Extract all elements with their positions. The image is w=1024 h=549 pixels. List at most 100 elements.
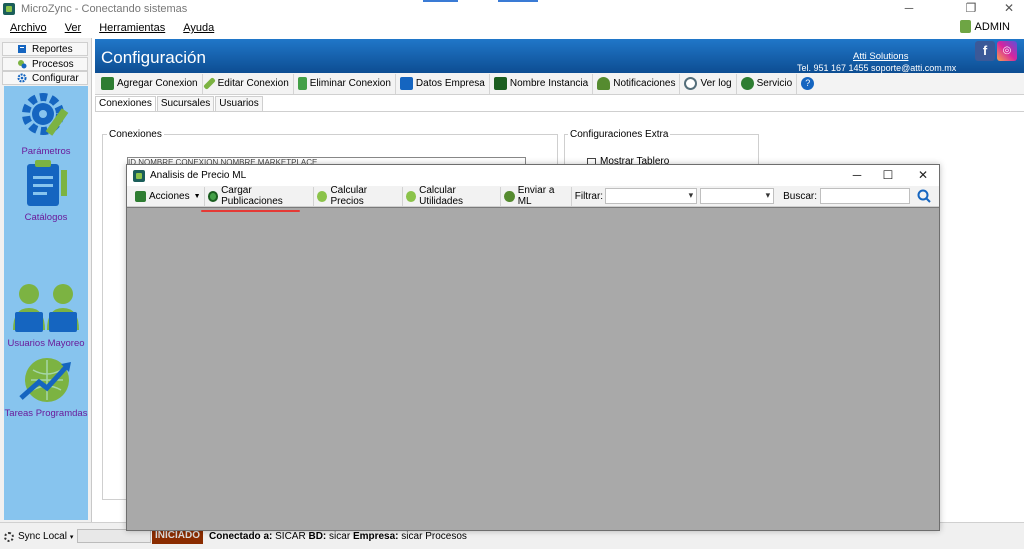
- sync-local[interactable]: Sync Local ▾: [4, 531, 73, 542]
- gear-icon: [17, 73, 27, 83]
- bell-icon: [597, 77, 611, 90]
- nav-tab-label: Configurar: [32, 72, 79, 84]
- nav-item-tareas-programadas[interactable]: Tareas Programdas: [4, 354, 88, 419]
- delete-connection-button[interactable]: Eliminar Conexion: [294, 73, 396, 94]
- dialog-close-button[interactable]: ✕: [905, 167, 941, 185]
- tab-conexiones[interactable]: Conexiones: [95, 96, 156, 112]
- actions-label: Acciones: [149, 190, 190, 202]
- company-link[interactable]: Atti Solutions: [853, 51, 908, 62]
- send-to-ml-button[interactable]: Enviar a ML: [501, 185, 572, 207]
- facebook-icon[interactable]: f: [975, 41, 995, 61]
- window-title: MicroZync - Conectando sistemas: [21, 3, 188, 15]
- tab-usuarios[interactable]: Usuarios: [215, 96, 263, 112]
- actions-gear-icon: [135, 190, 146, 202]
- sync-progress: [77, 529, 151, 543]
- nav-tab-label: Procesos: [32, 58, 74, 70]
- help-icon: ?: [801, 77, 815, 90]
- calculate-profits-label: Calcular Utilidades: [419, 185, 464, 207]
- app-icon: [3, 3, 15, 15]
- send-to-ml-label: Enviar a ML: [517, 185, 555, 207]
- company-value: sicar: [401, 531, 423, 542]
- dialog-data-area: [127, 207, 939, 530]
- trash-icon: [297, 77, 307, 90]
- nav-tab-procesos[interactable]: Procesos: [2, 57, 88, 71]
- page-title: Configuración: [101, 48, 206, 67]
- pencil-icon: [202, 77, 216, 90]
- company-label: Empresa:: [352, 531, 399, 542]
- menu-ver[interactable]: Ver: [55, 22, 90, 34]
- service-button[interactable]: Servicio: [737, 73, 798, 94]
- dialog-maximize-button[interactable]: ☐: [870, 167, 906, 185]
- button-label: Servicio: [756, 78, 793, 89]
- dollar-icon: [317, 190, 328, 202]
- scheduled-tasks-icon: [19, 358, 71, 402]
- filter-field-select[interactable]: [605, 188, 698, 204]
- user-menu[interactable]: ADMIN: [959, 20, 1010, 33]
- dialog-title: Analisis de Precio ML: [150, 170, 247, 181]
- sync-icon: [4, 531, 14, 542]
- search-icon[interactable]: [914, 188, 936, 204]
- notifications-button[interactable]: Notificaciones: [593, 73, 681, 94]
- menu-bar: Archivo Ver Herramientas Ayuda: [0, 18, 1024, 38]
- chevron-down-icon: ▾: [69, 533, 74, 541]
- nav-item-label: Catálogos: [24, 212, 68, 223]
- save-icon: [101, 77, 114, 90]
- price-analysis-dialog: Analisis de Precio ML ─ ☐ ✕ Acciones ▼ C…: [126, 164, 940, 531]
- instance-name-button[interactable]: Nombre Instancia: [490, 73, 594, 94]
- button-label: Notificaciones: [613, 78, 676, 89]
- title-accent-2: [498, 0, 538, 2]
- left-navigation: Reportes Procesos Configurar Parámetros: [0, 38, 92, 522]
- calculate-profits-button[interactable]: Calcular Utilidades: [403, 185, 502, 207]
- nav-item-label: Usuarios Mayoreo: [7, 338, 85, 349]
- button-label: Ver log: [700, 78, 732, 89]
- help-button[interactable]: ?: [797, 74, 821, 94]
- profit-icon: [405, 190, 417, 202]
- edit-connection-button[interactable]: Editar Conexion: [202, 73, 294, 94]
- menu-ayuda[interactable]: Ayuda: [173, 22, 222, 34]
- company-data-button[interactable]: Datos Empresa: [396, 73, 490, 94]
- button-label: Datos Empresa: [415, 78, 485, 89]
- sync-label: Sync Local: [18, 531, 67, 542]
- extra-config-group-label: Configuraciones Extra: [568, 129, 671, 140]
- main-toolbar: Agregar Conexion Editar Conexion Elimina…: [95, 73, 1024, 95]
- instagram-icon[interactable]: ◎: [997, 41, 1017, 61]
- nav-panel: Parámetros Catálogos Usuarios Mayoreo Ta…: [4, 86, 88, 520]
- search-input[interactable]: [820, 188, 910, 204]
- nav-item-usuarios-mayoreo[interactable]: Usuarios Mayoreo: [4, 282, 88, 349]
- actions-menu[interactable]: Acciones ▼: [132, 186, 205, 206]
- button-label: Eliminar Conexion: [309, 78, 391, 89]
- report-icon: [18, 45, 26, 53]
- view-log-button[interactable]: Ver log: [680, 73, 737, 94]
- menu-herramientas[interactable]: Herramientas: [89, 22, 173, 34]
- connected-label: Conectado a:: [209, 531, 273, 542]
- building-icon: [399, 77, 413, 90]
- settings-gear-icon: [22, 93, 69, 136]
- process-icon: [18, 60, 27, 69]
- minimize-button[interactable]: ─: [886, 0, 932, 18]
- process-status: Procesos: [425, 531, 467, 542]
- nav-tab-configurar[interactable]: Configurar: [2, 71, 88, 85]
- window-titlebar: MicroZync - Conectando sistemas ─ ❐ ✕: [0, 0, 1024, 18]
- annotation-underline: [201, 210, 300, 212]
- nav-tab-reportes[interactable]: Reportes: [2, 42, 88, 56]
- nav-item-parametros[interactable]: Parámetros: [4, 88, 88, 157]
- connection-status: Conectado a: SICAR BD: sicar Empresa: si…: [209, 531, 467, 542]
- button-label: Editar Conexion: [217, 78, 289, 89]
- load-icon: [207, 190, 219, 202]
- nav-tab-label: Reportes: [32, 43, 73, 55]
- filter-value-select[interactable]: [700, 188, 775, 204]
- nav-item-catalogos[interactable]: Catálogos: [4, 158, 88, 223]
- add-connection-button[interactable]: Agregar Conexion: [97, 73, 203, 94]
- load-publications-label: Cargar Publicaciones: [221, 185, 283, 207]
- user-icon: [959, 20, 971, 33]
- filter-label: Filtrar:: [574, 190, 604, 202]
- calculate-prices-button[interactable]: Calcular Precios: [314, 185, 403, 207]
- close-button[interactable]: ✕: [986, 0, 1024, 18]
- menu-archivo[interactable]: Archivo: [0, 22, 55, 34]
- config-tabs: Conexiones Sucursales Usuarios: [95, 96, 264, 112]
- load-publications-button[interactable]: Cargar Publicaciones: [205, 185, 315, 207]
- button-label: Nombre Instancia: [509, 78, 589, 89]
- service-gear-icon: [740, 77, 754, 90]
- tab-sucursales[interactable]: Sucursales: [156, 96, 215, 112]
- page-header: Configuración Atti Solutions Tel. 951 16…: [95, 39, 1024, 73]
